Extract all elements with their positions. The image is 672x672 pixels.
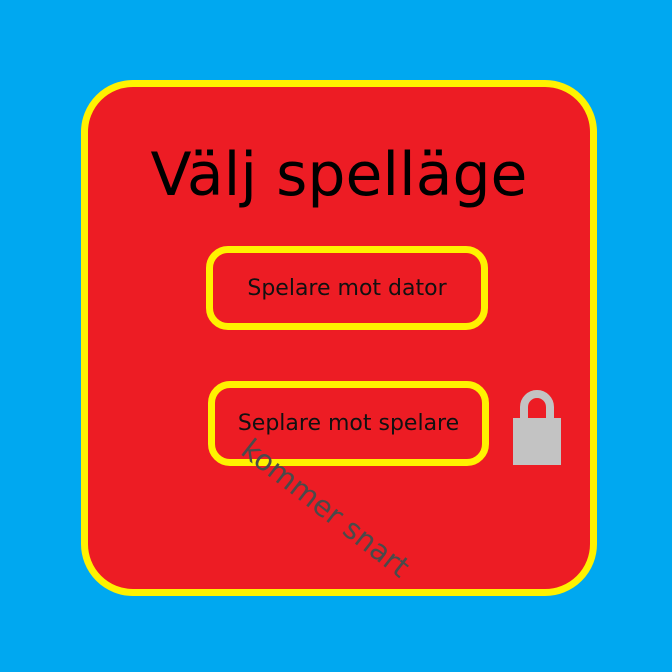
mode-select-panel: Välj spelläge Spelare mot dator Seplare … xyxy=(81,80,597,596)
padlock-icon xyxy=(513,390,561,465)
player-vs-player-button[interactable]: Seplare mot spelare xyxy=(208,381,489,466)
player-vs-computer-label: Spelare mot dator xyxy=(247,275,447,301)
page-title: Välj spelläge xyxy=(150,140,528,210)
player-vs-player-label: Seplare mot spelare xyxy=(237,411,460,436)
player-vs-computer-button[interactable]: Spelare mot dator xyxy=(206,246,488,330)
